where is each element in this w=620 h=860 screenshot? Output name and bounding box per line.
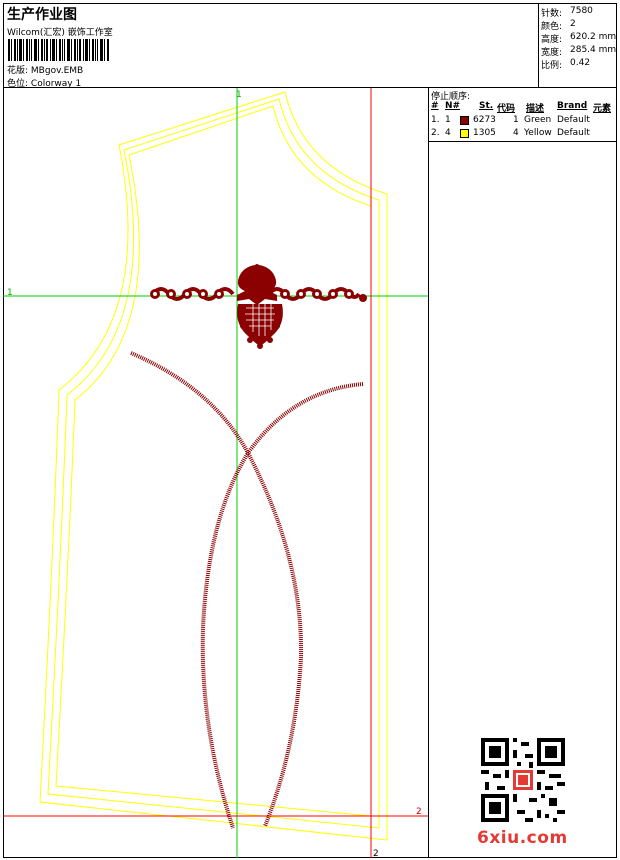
stat-stitches: 针数: 7580 [541,6,593,19]
header-panel: 生产作业图 Wilcom(汇宏) 嵌饰工作室 花版: MBgov.EMB 色位:… [3,3,539,89]
design-info: 花版: MBgov.EMB [7,63,83,76]
watermark-text: 6xiu.com [477,828,568,848]
col-element: 元素 [593,104,612,114]
marker-left: 1 [7,288,13,298]
col-brand: Brand [557,101,588,111]
marker-bottom: 2 [373,849,379,858]
col-code: 代码 [497,104,516,114]
stitch-lines [130,351,364,829]
stat-colors: 颜色: 2 [541,19,576,32]
design-label: 花版: [7,66,29,76]
list-item[interactable]: 2. 4 1305 4 Yellow Default [429,128,617,141]
page-title: 生产作业图 [7,7,77,23]
stat-scale: 比例: 0.42 [541,58,591,71]
divider [429,141,617,142]
qr-code-icon [481,738,565,822]
stat-height: 高度: 620.2 mm [541,32,617,45]
qr-center-logo [511,768,535,792]
neck-ornament [150,264,367,349]
stitch-curve-right [200,382,364,829]
outline-inner [55,105,372,817]
barcode-icon [8,39,109,61]
stat-width: 宽度: 285.4 mm [541,45,617,58]
col-desc: 描述 [526,104,545,114]
marker-top: 1 [236,90,242,100]
stats-panel: 针数: 7580 颜色: 2 高度: 620.2 mm 宽度: 285.4 mm 比例:… [539,3,617,88]
garment-outline [39,91,388,841]
embroidery-preview: 1 1 2 2 [3,88,428,858]
stop-sequence-panel: 停止顺序: # N# St. 代码 描述 Brand 元素 1. 1 6273 … [429,88,617,858]
stop-sequence-header: # N# St. 代码 描述 Brand 元素 [429,101,617,114]
list-item[interactable]: 1. 1 6273 1 Green Default [429,115,617,128]
col-needle: N# [445,101,461,111]
marker-right: 2 [416,807,422,817]
outline-middle [47,98,380,829]
col-stitches: St. [479,101,494,111]
design-canvas[interactable]: 1 1 2 2 [3,88,429,858]
color-swatch [460,129,469,138]
ornament-crown [237,264,277,305]
col-index: # [431,101,439,111]
company-name: Wilcom(汇宏) 嵌饰工作室 [7,28,113,38]
design-value: MBgov.EMB [30,66,84,76]
color-swatch [460,116,469,125]
outline-outer [39,91,388,841]
